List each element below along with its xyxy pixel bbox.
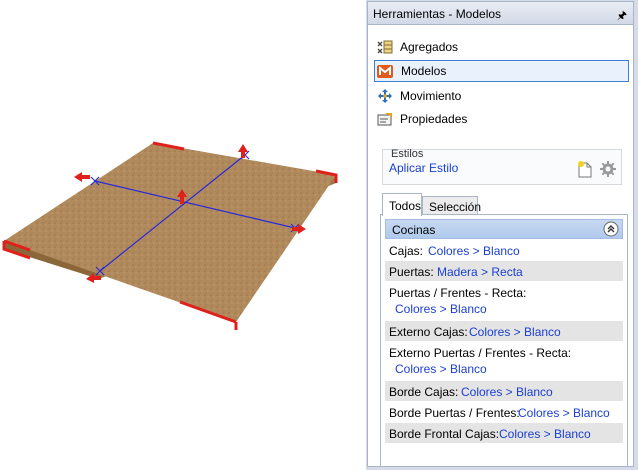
tools-panel: Herramientas - Modelos 🖈 Agregados Model…	[366, 0, 638, 470]
property-value-link[interactable]: Colores > Blanco	[499, 427, 591, 441]
property-key: Externo Puertas / Frentes - Recta:	[389, 346, 572, 360]
viewport-canvas[interactable]	[0, 0, 366, 470]
nav-item-label: Modelos	[401, 64, 447, 78]
nav-item-modelos[interactable]: Modelos	[374, 60, 629, 82]
nav-item-label: Agregados	[400, 40, 459, 54]
estilos-title: Estilos	[391, 148, 424, 160]
pin-icon[interactable]: 🖈	[617, 7, 627, 26]
group-label: Cocinas	[392, 223, 436, 237]
property-row: Externo Cajas: Colores > Blanco	[385, 321, 623, 341]
estilos-section: Estilos Aplicar Estilo	[382, 148, 622, 185]
property-value-link[interactable]: Colores > Blanco	[395, 362, 487, 376]
move-icon	[376, 88, 394, 104]
nav-item-label: Movimiento	[400, 89, 462, 103]
gear-icon[interactable]	[599, 160, 617, 178]
property-key: Borde Frontal Cajas:	[389, 427, 500, 441]
tab-label: Selección	[429, 200, 482, 214]
properties-list[interactable]: Cocinas Cajas: Colores > Blanco Puertas:…	[380, 214, 628, 467]
tab-label: Todos	[389, 199, 422, 213]
property-key: Borde Puertas / Frentes:	[389, 406, 520, 420]
property-row: Externo Puertas / Frentes - Recta: Color…	[385, 342, 623, 380]
properties-icon	[376, 111, 394, 127]
nav-item-label: Propiedades	[400, 112, 468, 126]
panel-body: Agregados Modelos Movimiento Propiedades…	[367, 25, 634, 467]
property-key: Puertas / Frentes - Recta:	[389, 286, 527, 300]
panel-title: Herramientas - Modelos	[373, 7, 502, 21]
property-row: Cajas: Colores > Blanco	[385, 240, 623, 260]
property-key: Puertas:	[389, 265, 434, 279]
property-key: Borde Cajas:	[389, 385, 459, 399]
property-value-link[interactable]: Colores > Blanco	[461, 385, 553, 399]
nav-item-propiedades[interactable]: Propiedades	[374, 108, 629, 130]
property-value-link[interactable]: Colores > Blanco	[469, 325, 561, 339]
modelos-icon	[376, 63, 394, 79]
move-arrow-left	[74, 172, 90, 182]
property-row: Borde Puertas / Frentes: Colores > Blanc…	[385, 402, 623, 422]
property-row: Borde Frontal Cajas: Colores > Blanco	[385, 423, 623, 443]
apply-style-link[interactable]: Aplicar Estilo	[389, 161, 458, 175]
property-row: Borde Cajas: Colores > Blanco	[385, 381, 623, 401]
property-row: Puertas: Madera > Recta	[385, 261, 623, 281]
property-value-link[interactable]: Colores > Blanco	[395, 302, 487, 316]
property-key: Cajas:	[389, 244, 424, 258]
property-value-link[interactable]: Colores > Blanco	[518, 406, 610, 420]
group-header-cocinas[interactable]: Cocinas	[385, 219, 623, 239]
property-key: Externo Cajas:	[389, 325, 468, 339]
property-row: Puertas / Frentes - Recta: Colores > Bla…	[385, 282, 623, 320]
nav-item-agregados[interactable]: Agregados	[374, 36, 629, 58]
property-value-link[interactable]: Madera > Recta	[437, 265, 523, 279]
panel-titlebar[interactable]: Herramientas - Modelos 🖈	[367, 1, 634, 25]
nav-item-movimiento[interactable]: Movimiento	[374, 85, 629, 107]
tab-strip: Todos Selección	[380, 193, 628, 216]
tab-seleccion[interactable]: Selección	[422, 196, 482, 215]
agregados-icon	[376, 39, 394, 55]
tab-todos[interactable]: Todos	[382, 193, 422, 216]
collapse-up-icon[interactable]	[603, 221, 619, 237]
property-value-link[interactable]: Colores > Blanco	[428, 244, 520, 258]
new-style-icon[interactable]	[577, 160, 593, 178]
wood-board[interactable]	[4, 143, 336, 322]
3d-viewport[interactable]	[0, 0, 366, 470]
